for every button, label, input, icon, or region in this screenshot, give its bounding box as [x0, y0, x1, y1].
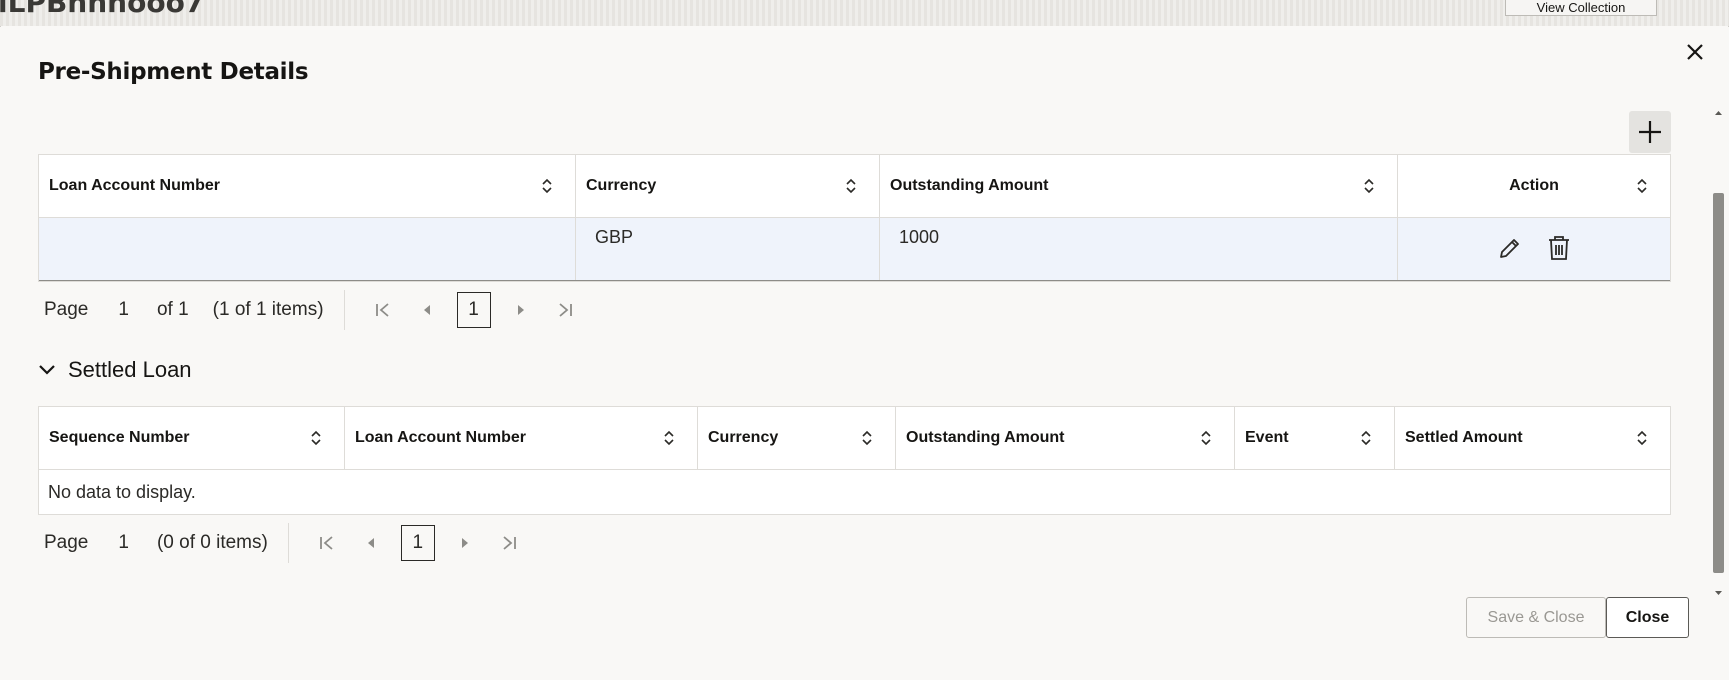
save-and-close-button[interactable]: Save & Close	[1466, 597, 1606, 638]
pager-divider	[343, 290, 345, 330]
page-label: Page	[44, 532, 89, 553]
page-number[interactable]: 1	[118, 299, 129, 321]
section-title: Settled Loan	[68, 357, 192, 382]
column-header-currency[interactable]: Currency	[576, 155, 880, 217]
pre-shipment-dialog: Pre-Shipment Details Loan Account Number…	[1, 26, 1728, 680]
column-header-label: Outstanding Amount	[906, 429, 1065, 446]
sort-icon[interactable]	[1360, 430, 1372, 446]
sort-icon[interactable]	[310, 430, 322, 446]
close-icon[interactable]	[1681, 38, 1709, 66]
sort-icon[interactable]	[1200, 430, 1212, 446]
cell-loan-account-number	[39, 218, 576, 280]
column-header-label: Loan Account Number	[49, 177, 220, 194]
last-page-icon[interactable]	[499, 533, 519, 553]
scroll-down-icon[interactable]	[1714, 590, 1723, 596]
table-header-row: Sequence Number Loan Account Number Curr…	[39, 407, 1670, 469]
cell-currency: GBP	[576, 218, 880, 280]
delete-icon[interactable]	[1546, 234, 1572, 262]
items-count: (0 of 0 items)	[156, 532, 268, 553]
scrollbar-thumb[interactable]	[1713, 193, 1724, 573]
pre-shipment-pager: Page 1 of 1 (1 of 1 items) 1	[44, 290, 587, 330]
add-row-button[interactable]	[1629, 111, 1671, 153]
sort-icon[interactable]	[845, 178, 857, 194]
dialog-title: Pre-Shipment Details	[38, 59, 309, 85]
sort-icon[interactable]	[1363, 178, 1375, 194]
background-window-strip: iLPBnnnooo7 View Collection	[0, 0, 1729, 27]
table-header-row: Loan Account Number Currency Outstanding…	[39, 155, 1670, 217]
close-button[interactable]: Close	[1606, 597, 1689, 638]
column-header-label: Outstanding Amount	[890, 177, 1049, 194]
column-header-label: Currency	[708, 429, 779, 446]
table-row[interactable]: GBP 1000	[39, 217, 1670, 281]
empty-message: No data to display.	[39, 469, 1670, 514]
sort-icon[interactable]	[1636, 178, 1648, 194]
column-header-label: Settled Amount	[1405, 429, 1523, 446]
first-page-icon[interactable]	[373, 300, 393, 320]
column-header-action[interactable]: Action	[1398, 155, 1670, 217]
last-page-icon[interactable]	[555, 300, 575, 320]
page-number[interactable]: 1	[118, 532, 129, 554]
current-page-button[interactable]: 1	[400, 525, 435, 561]
first-page-icon[interactable]	[317, 533, 337, 553]
column-header-outstanding-amount[interactable]: Outstanding Amount	[880, 155, 1398, 217]
pre-shipment-table: Loan Account Number Currency Outstanding…	[38, 154, 1671, 282]
sort-icon[interactable]	[1636, 430, 1648, 446]
column-header-label: Loan Account Number	[355, 429, 526, 446]
current-page-button[interactable]: 1	[456, 292, 491, 328]
cell-outstanding-amount: 1000	[880, 218, 1398, 280]
scroll-up-icon[interactable]	[1714, 110, 1723, 116]
settled-loan-table: Sequence Number Loan Account Number Curr…	[38, 406, 1671, 515]
page-of-label: of 1	[156, 299, 189, 320]
column-header-label: Sequence Number	[49, 429, 190, 446]
items-count: (1 of 1 items)	[212, 299, 324, 320]
settled-loan-section-toggle[interactable]: Settled Loan	[38, 357, 192, 383]
column-header-label: Currency	[586, 177, 657, 194]
sort-icon[interactable]	[861, 430, 873, 446]
sort-icon[interactable]	[541, 178, 553, 194]
dialog-scrollbar[interactable]	[1711, 106, 1726, 606]
column-header-outstanding-amount[interactable]: Outstanding Amount	[896, 407, 1235, 469]
previous-page-icon[interactable]	[417, 300, 437, 320]
next-page-icon[interactable]	[455, 533, 475, 553]
column-header-event[interactable]: Event	[1235, 407, 1395, 469]
column-header-loan-account-number[interactable]: Loan Account Number	[345, 407, 698, 469]
column-header-label: Action	[1509, 177, 1559, 194]
background-view-collection-button: View Collection	[1505, 0, 1657, 16]
pager-divider	[287, 523, 289, 563]
sort-icon[interactable]	[663, 430, 675, 446]
column-header-label: Event	[1245, 429, 1289, 446]
next-page-icon[interactable]	[511, 300, 531, 320]
background-page-title: iLPBnnnooo7	[0, 0, 205, 19]
cell-action	[1398, 218, 1670, 280]
settled-loan-pager: Page 1 (0 of 0 items) 1	[44, 523, 531, 563]
plus-icon	[1639, 121, 1661, 143]
column-header-sequence-number[interactable]: Sequence Number	[39, 407, 345, 469]
previous-page-icon[interactable]	[361, 533, 381, 553]
chevron-down-icon	[39, 365, 55, 375]
page-label: Page	[44, 299, 89, 320]
column-header-currency[interactable]: Currency	[698, 407, 896, 469]
column-header-settled-amount[interactable]: Settled Amount	[1395, 407, 1670, 469]
edit-icon[interactable]	[1497, 235, 1523, 261]
column-header-loan-account-number[interactable]: Loan Account Number	[39, 155, 576, 217]
